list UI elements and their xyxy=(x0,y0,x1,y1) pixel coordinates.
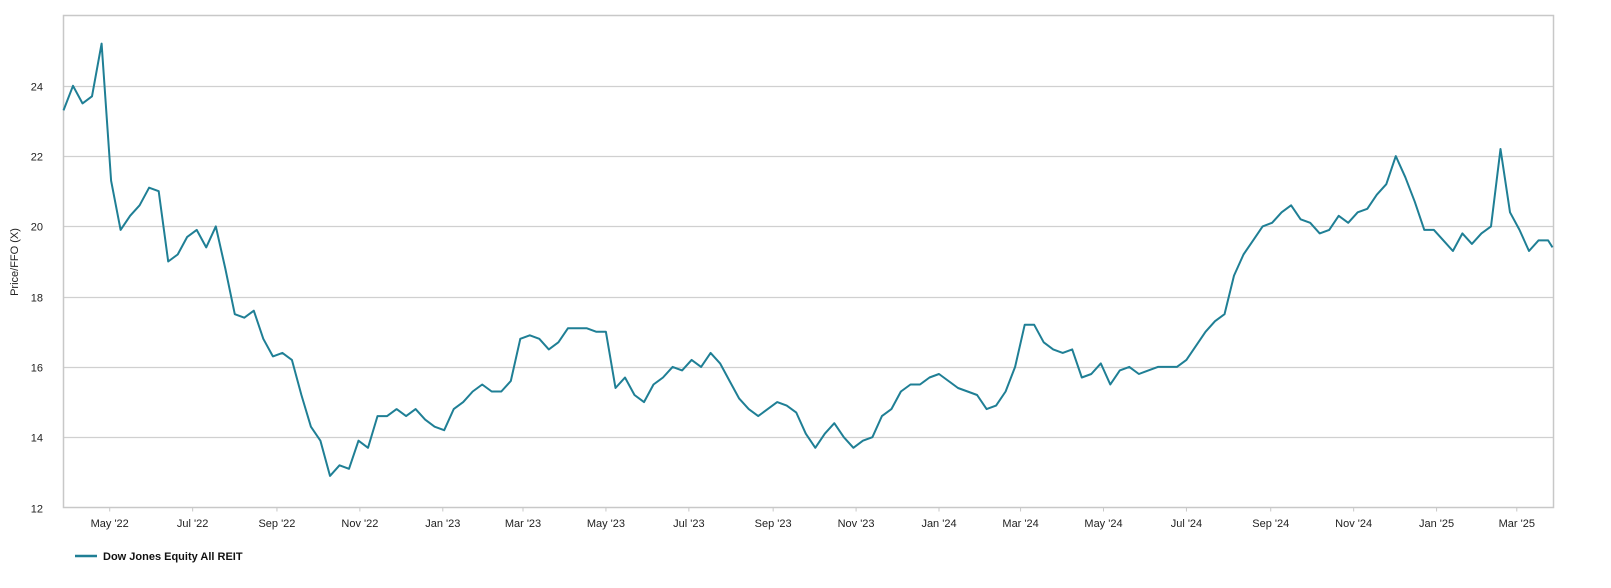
x-tick-label: Jul '24 xyxy=(1171,518,1202,530)
x-tick-label: Jan '24 xyxy=(921,518,956,530)
plot-frame xyxy=(62,14,1555,509)
x-tick-label: May '24 xyxy=(1084,518,1122,530)
x-tick-label: Jul '22 xyxy=(177,518,208,530)
x-tick-label: Sep '23 xyxy=(755,518,792,530)
legend-label: Dow Jones Equity All REIT xyxy=(103,551,243,563)
x-tick-label: Mar '24 xyxy=(1002,518,1038,530)
x-tick-label: May '22 xyxy=(91,518,129,530)
legend: Dow Jones Equity All REIT xyxy=(75,551,243,563)
y-tick-label: 22 xyxy=(31,152,43,164)
y-axis-ticks: 12 14 16 18 20 22 24 xyxy=(31,82,43,516)
x-tick-label: Nov '22 xyxy=(341,518,378,530)
line-chart: 12 14 16 18 20 22 24 May '22 Jul '22 Sep '22 Nov … xyxy=(9,14,1555,563)
y-tick-label: 18 xyxy=(31,293,43,305)
x-tick-label: Nov '23 xyxy=(838,518,875,530)
x-tick-label: Sep '24 xyxy=(1252,518,1289,530)
y-tick-label: 14 xyxy=(31,433,43,445)
y-tick-label: 24 xyxy=(31,82,43,94)
y-tick-label: 16 xyxy=(31,363,43,375)
x-tick-label: May '23 xyxy=(587,518,625,530)
x-tick-label: Sep '22 xyxy=(258,518,295,530)
x-tick-label: Mar '25 xyxy=(1499,518,1535,530)
x-tick-label: Jan '23 xyxy=(425,518,460,530)
x-tick-label: Jan '25 xyxy=(1419,518,1454,530)
y-tick-label: 12 xyxy=(31,504,43,516)
x-tick-label: Mar '23 xyxy=(505,518,541,530)
y-tick-label: 20 xyxy=(31,222,43,234)
x-axis-ticks: May '22 Jul '22 Sep '22 Nov '22 Jan '23 Mar '… xyxy=(91,507,1535,530)
y-axis-label: Price/FFO (X) xyxy=(9,228,21,296)
x-tick-label: Nov '24 xyxy=(1335,518,1372,530)
gridlines xyxy=(63,85,1554,439)
series-line-dow-jones-equity-all-reit xyxy=(62,42,1554,477)
x-tick-label: Jul '23 xyxy=(673,518,704,530)
